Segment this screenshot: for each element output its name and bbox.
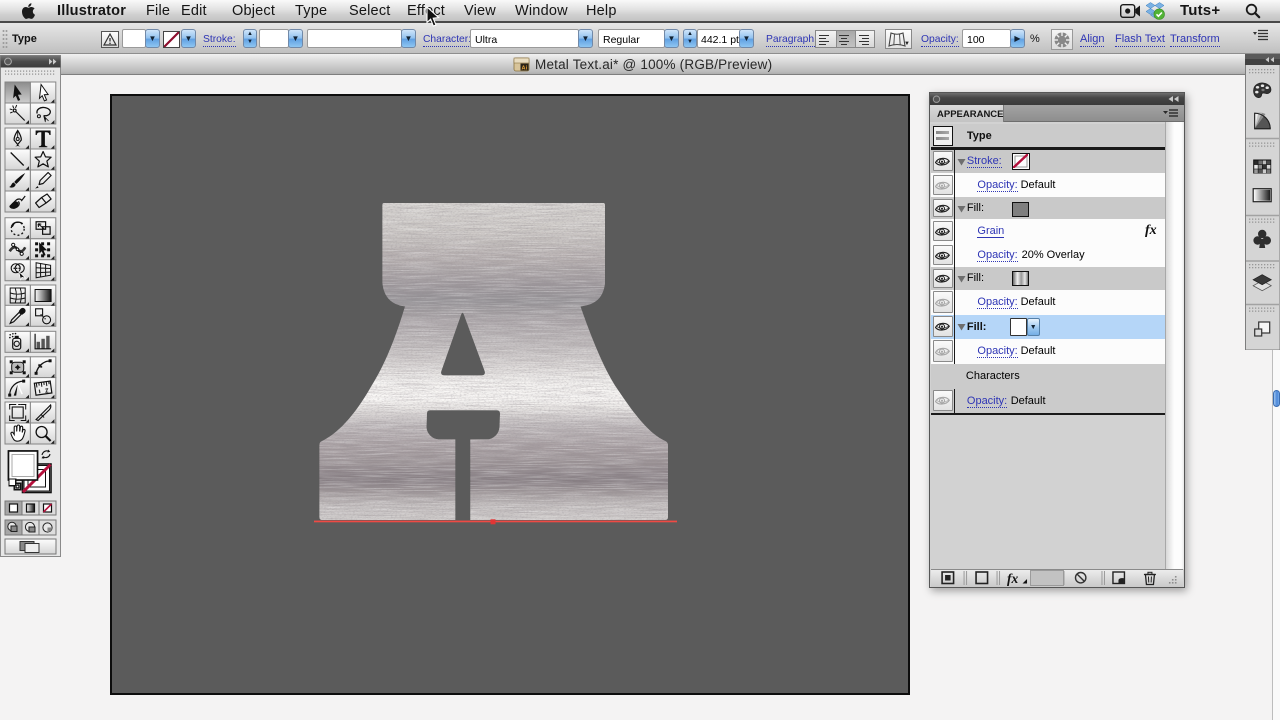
svg-text:Ai: Ai: [522, 65, 528, 71]
